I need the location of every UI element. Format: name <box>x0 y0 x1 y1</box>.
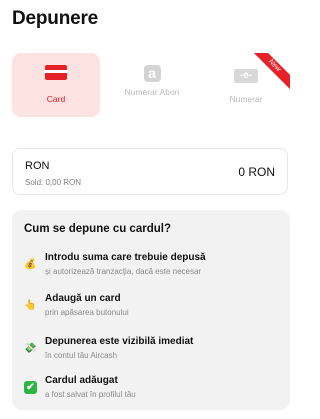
method-card-label: Card <box>46 94 66 104</box>
method-numerar-label: Numerar <box>229 94 263 104</box>
step-subtitle: și autorizează tranzacția, dacă este nec… <box>45 267 202 276</box>
card-icon <box>45 65 67 80</box>
new-ribbon: New <box>252 53 290 91</box>
step-title: Adaugă un card <box>45 293 121 304</box>
deposit-methods: Card a Numerar Abon -e- Numerar New <box>12 53 290 117</box>
step-title: Depunerea este vizibilă imediat <box>45 336 194 347</box>
new-badge: New <box>252 53 290 91</box>
step-subtitle: în contul tău Aircash <box>45 351 118 360</box>
step-item: 👆 Adaugă un card prin apăsarea butonului <box>24 293 282 319</box>
amount-value[interactable]: 0 RON <box>238 165 275 179</box>
check-mark-icon: ✔ <box>24 381 37 394</box>
balance-text: Sold: 0,00 RON <box>25 178 82 187</box>
hand-tap-icon: 👆 <box>24 300 37 311</box>
method-numerar[interactable]: -e- Numerar New <box>202 53 290 117</box>
step-subtitle: a fost salvat în profilul tău <box>45 390 136 399</box>
page-title: Depunere <box>12 8 99 29</box>
money-bag-icon: 💰 <box>24 259 37 270</box>
method-numerar-abon-label: Numerar Abon <box>124 87 180 97</box>
method-card[interactable]: Card <box>12 53 100 117</box>
step-title: Cardul adăugat <box>45 375 118 386</box>
step-subtitle: prin apăsarea butonului <box>45 308 129 317</box>
flying-money-icon: 💸 <box>24 343 37 354</box>
currency-label: RON <box>25 160 50 172</box>
amount-input-box[interactable]: RON Sold: 0,00 RON 0 RON <box>12 148 288 195</box>
step-item: ✔ Cardul adăugat a fost salvat în profil… <box>24 375 282 401</box>
step-item: 💸 Depunerea este vizibilă imediat în con… <box>24 336 282 362</box>
info-panel: Cum se depune cu cardul? 💰 Introdu suma … <box>12 210 290 410</box>
method-numerar-abon[interactable]: a Numerar Abon <box>108 53 196 117</box>
abon-icon: a <box>143 65 161 82</box>
step-title: Introdu suma care trebuie depusă <box>45 252 206 263</box>
info-title: Cum se depune cu cardul? <box>24 223 171 235</box>
step-item: 💰 Introdu suma care trebuie depusă și au… <box>24 252 282 278</box>
